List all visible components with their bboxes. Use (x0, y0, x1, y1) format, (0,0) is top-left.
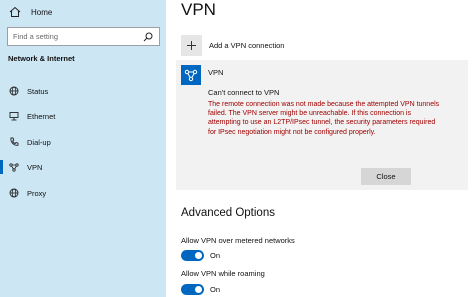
page-title: VPN (181, 0, 216, 19)
home-nav-item[interactable]: Home (0, 0, 166, 24)
toggle-knob (195, 286, 202, 293)
search-icon[interactable] (142, 31, 154, 43)
sidebar-item-label: Ethernet (27, 111, 56, 121)
sidebar-item-label: Status (27, 86, 49, 96)
close-button[interactable]: Close (361, 168, 411, 185)
phone-icon (9, 137, 19, 147)
search-input[interactable]: Find a setting (7, 27, 160, 46)
sidebar: Home Find a setting Network & Internet S… (0, 0, 166, 297)
roaming-toggle-row: On (181, 284, 220, 295)
home-icon (8, 5, 22, 19)
sidebar-item-status[interactable]: Status (0, 78, 166, 104)
metered-networks-label: Allow VPN over metered networks (181, 236, 295, 245)
toggle-state-label: On (210, 285, 221, 294)
vpn-connection-name: VPN (208, 68, 224, 77)
vpn-icon (9, 162, 19, 172)
ethernet-icon (9, 111, 19, 121)
toggle-state-label: On (210, 251, 221, 260)
toggle-knob (195, 252, 202, 259)
metered-networks-toggle[interactable] (181, 250, 204, 261)
roaming-toggle[interactable] (181, 284, 204, 295)
add-vpn-label: Add a VPN connection (209, 41, 285, 50)
selection-indicator (0, 160, 3, 174)
plus-icon (181, 35, 202, 56)
vpn-connection-status: Can't connect to VPN (208, 88, 280, 97)
vpn-connection-icon (181, 65, 201, 85)
sidebar-item-label: Dial-up (27, 137, 51, 147)
metered-networks-toggle-row: On (181, 250, 220, 261)
sidebar-item-vpn[interactable]: VPN (0, 154, 166, 180)
sidebar-item-label: VPN (27, 162, 43, 172)
add-vpn-connection-button[interactable]: Add a VPN connection (181, 35, 284, 56)
sidebar-item-dial-up[interactable]: Dial-up (0, 129, 166, 155)
main-content: VPN Add a VPN connection VPN Can't conne… (166, 0, 474, 297)
vpn-error-message: The remote connection was not made becau… (208, 101, 440, 136)
vpn-connection-card[interactable]: VPN Can't connect to VPN The remote conn… (176, 60, 468, 190)
roaming-label: Allow VPN while roaming (181, 269, 265, 278)
sidebar-item-ethernet[interactable]: Ethernet (0, 103, 166, 129)
globe-icon (9, 188, 19, 198)
section-title: Network & Internet (8, 54, 75, 63)
advanced-options-heading: Advanced Options (181, 207, 275, 219)
globe-icon (9, 86, 19, 96)
search-placeholder: Find a setting (13, 32, 59, 41)
sidebar-item-proxy[interactable]: Proxy (0, 180, 166, 206)
sidebar-item-label: Proxy (27, 188, 47, 198)
home-label: Home (31, 7, 53, 17)
